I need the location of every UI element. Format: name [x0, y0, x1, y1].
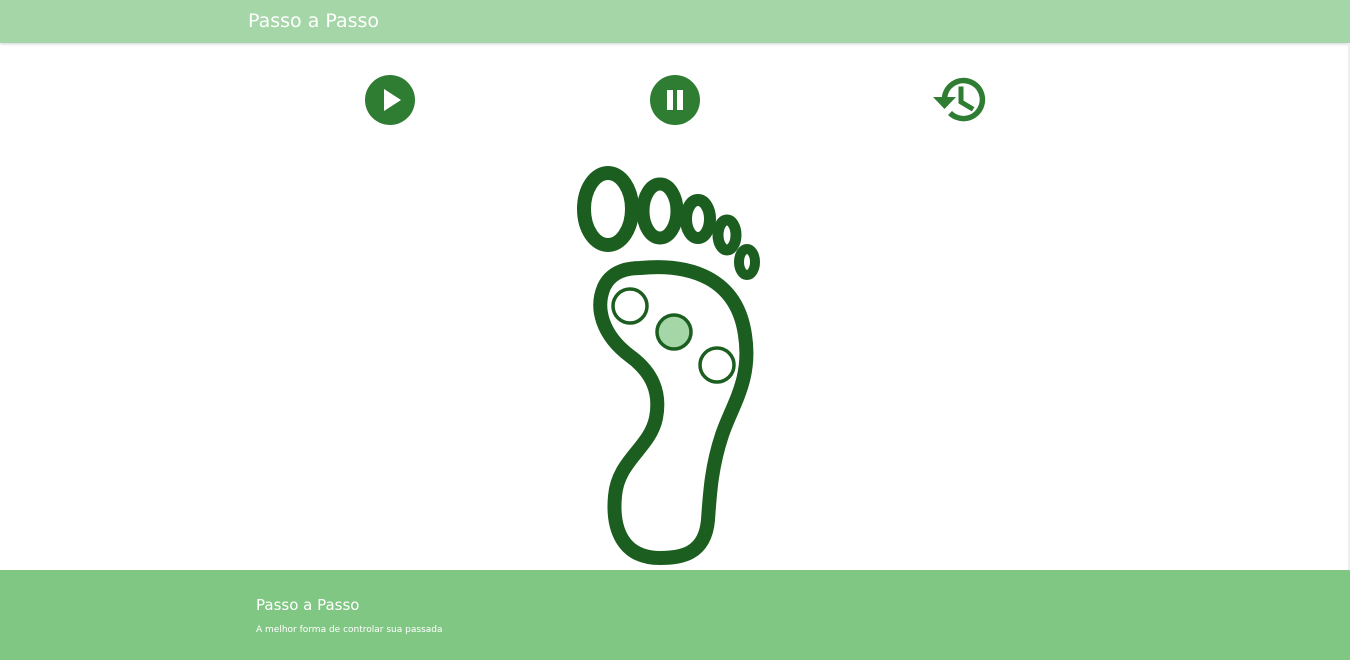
foot-illustration	[577, 166, 760, 565]
page-footer: Passo a Passo A melhor forma de controla…	[0, 570, 1350, 660]
play-button[interactable]	[365, 75, 415, 125]
pause-button[interactable]	[650, 75, 700, 125]
foot-diagram	[560, 160, 790, 570]
big-toe	[577, 166, 639, 252]
fourth-toe	[712, 214, 742, 256]
little-toe	[734, 244, 760, 280]
pause-icon	[650, 75, 700, 125]
sensor-3[interactable]	[698, 346, 736, 384]
second-toe	[636, 177, 684, 245]
play-icon	[365, 75, 415, 125]
footer-subtitle: A melhor forma de controlar sua passada	[256, 625, 443, 635]
footer-title: Passo a Passo	[256, 596, 360, 614]
sensor-2[interactable]	[655, 313, 693, 351]
history-button[interactable]	[931, 75, 987, 125]
third-toe	[680, 194, 716, 244]
control-bar	[0, 0, 1350, 160]
sensor-1[interactable]	[611, 287, 649, 325]
history-icon	[933, 77, 986, 122]
